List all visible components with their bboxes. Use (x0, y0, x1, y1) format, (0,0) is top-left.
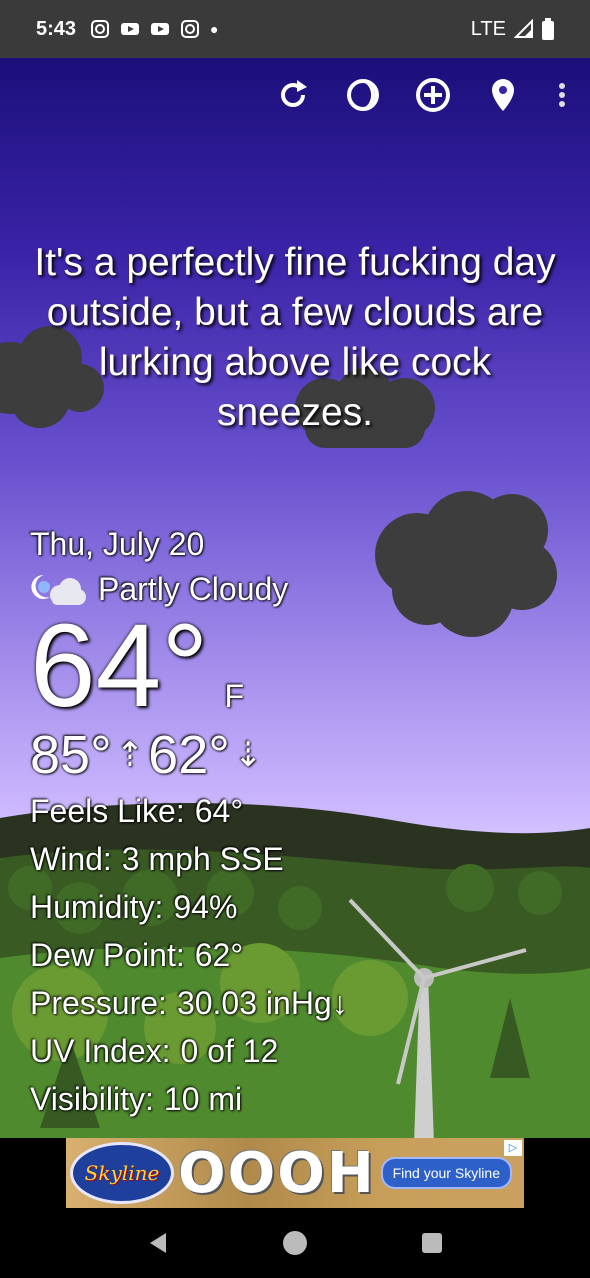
back-icon[interactable] (143, 1228, 173, 1258)
temperature-row: 64° F (30, 607, 348, 725)
high-low-row: 85° ⇡ 62° ⇣ (30, 725, 348, 785)
detail-label: Pressure: (30, 985, 167, 1021)
more-vert-icon[interactable] (554, 76, 570, 114)
notification-dot-icon: ● (210, 21, 219, 37)
current-temperature: 64° (30, 600, 209, 732)
arrow-up-icon: ⇡ (115, 736, 145, 774)
detail-label: Dew Point: (30, 937, 185, 973)
refresh-icon[interactable] (274, 76, 312, 114)
detail-value: 10 mi (163, 1081, 243, 1117)
detail-row-pressure: Pressure: 30.03 inHg↓ (30, 979, 348, 1027)
detail-row-uv-index: UV Index: 0 of 12 (30, 1027, 348, 1075)
recents-icon[interactable] (417, 1228, 447, 1258)
home-icon[interactable] (280, 1228, 310, 1258)
add-location-icon[interactable] (414, 76, 452, 114)
temperature-unit: F (224, 678, 244, 714)
low-temperature: 62° (148, 725, 230, 785)
weather-headline: It's a perfectly fine fucking day outsid… (34, 241, 556, 434)
weather-scene: It's a perfectly fine fucking day outsid… (0, 58, 590, 1138)
ad-headline: OOOH (178, 1140, 376, 1206)
ad-logo: Skyline (70, 1142, 174, 1204)
detail-label: Humidity: (30, 889, 164, 925)
detail-row-visibility: Visibility: 10 mi (30, 1075, 348, 1123)
ad-cta-button[interactable]: Find your Skyline (380, 1157, 512, 1189)
location-pin-icon[interactable] (484, 76, 522, 114)
detail-value: 30.03 inHg↓ (176, 985, 348, 1021)
youtube-icon (121, 23, 140, 35)
detail-label: Visibility: (30, 1081, 154, 1117)
navigation-bar (0, 1208, 590, 1278)
status-bar: 5:43 ● LTE (0, 0, 590, 58)
detail-row-dew-point: Dew Point: 62° (30, 931, 348, 979)
detail-value: 3 mph SSE (121, 841, 284, 877)
theme-icon[interactable] (344, 76, 382, 114)
adchoices-icon[interactable]: ▷ (504, 1140, 522, 1156)
cloud-right (375, 491, 557, 637)
weather-details: Feels Like: 64° Wind: 3 mph SSE Humidity: 9… (30, 787, 348, 1123)
network-label: LTE (470, 17, 506, 40)
weather-info: Thu, July 20 Partly Cloudy 64° F 85° ⇡ 6… (30, 526, 348, 1123)
ad-banner[interactable]: Skyline OOOH Find your Skyline ▷ (66, 1138, 524, 1208)
detail-value: 0 of 12 (180, 1033, 279, 1069)
detail-value: 94% (173, 889, 238, 925)
detail-row-wind: Wind: 3 mph SSE (30, 835, 348, 883)
windmill (348, 898, 527, 1138)
date-label: Thu, July 20 (30, 526, 205, 562)
toolbar (274, 76, 570, 114)
detail-row-feels-like: Feels Like: 64° (30, 787, 348, 835)
battery-icon (542, 18, 554, 40)
signal-icon (514, 19, 533, 38)
detail-label: Wind: (30, 841, 112, 877)
youtube-icon (151, 23, 170, 35)
status-time: 5:43 (36, 17, 77, 40)
detail-row-humidity: Humidity: 94% (30, 883, 348, 931)
instagram-icon (91, 20, 110, 38)
instagram-icon (181, 20, 200, 38)
detail-label: UV Index: (30, 1033, 171, 1069)
detail-value: 64° (194, 793, 244, 829)
detail-label: Feels Like: (30, 793, 185, 829)
high-temperature: 85° (30, 725, 112, 785)
detail-value: 62° (194, 937, 244, 973)
arrow-down-icon: ⇣ (233, 736, 263, 774)
